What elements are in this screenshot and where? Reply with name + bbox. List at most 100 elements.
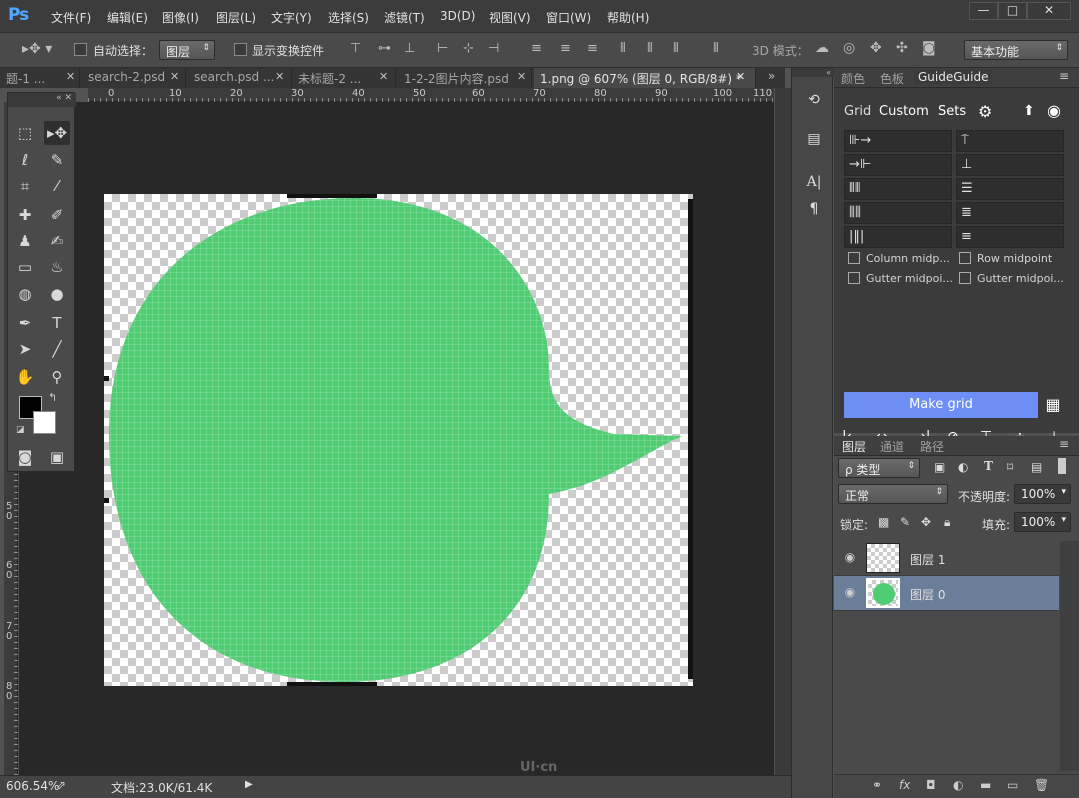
eraser-tool-icon[interactable]: ▭: [12, 255, 38, 279]
line-tool-icon[interactable]: ╱: [44, 337, 70, 361]
new-adjustment-icon[interactable]: ◐: [953, 778, 963, 792]
trash-icon[interactable]: 🗑︎: [1034, 778, 1049, 792]
filter-type-icon[interactable]: T: [984, 459, 993, 473]
arrow-up-icon[interactable]: ⬆: [1023, 103, 1035, 119]
menu-select[interactable]: 选择(S): [328, 9, 369, 26]
align-bottom-icon[interactable]: ⊥: [404, 41, 415, 56]
dock-collapse-icon[interactable]: «: [792, 68, 834, 77]
lock-transparency-icon[interactable]: ▩: [878, 515, 889, 529]
lasso-tool-icon[interactable]: ℓ: [12, 148, 38, 172]
tab-paths[interactable]: 路径: [920, 438, 944, 455]
gg-column-width-field[interactable]: ⫼⫼: [844, 202, 952, 224]
blend-mode-dropdown[interactable]: 正常 ⇕: [838, 484, 948, 504]
opacity-input[interactable]: 100% ▾: [1014, 484, 1071, 504]
quick-select-tool-icon[interactable]: ✎: [44, 148, 70, 172]
blur-tool-icon[interactable]: ◍: [12, 282, 38, 306]
status-menu-arrow[interactable]: ▶: [245, 779, 253, 790]
eye-icon[interactable]: ◉: [842, 585, 858, 601]
crop-tool-icon[interactable]: ⌗: [12, 174, 38, 198]
layer-row-selected[interactable]: ◉ 图层 0: [834, 576, 1059, 611]
layers-scrollbar[interactable]: [1060, 541, 1079, 771]
panel-menu-icon[interactable]: ≡: [1059, 69, 1069, 83]
gg-gutter-row-midpoint-checkbox[interactable]: Gutter midpoi...: [959, 272, 1064, 285]
dodge-tool-icon[interactable]: ●: [44, 282, 70, 306]
add-mask-icon[interactable]: ◘: [926, 778, 936, 792]
new-layer-icon[interactable]: ▭: [1007, 778, 1018, 792]
paint-bucket-tool-icon[interactable]: ♨: [44, 255, 70, 279]
export-icon[interactable]: ⇗: [56, 778, 66, 792]
auto-select-checkbox[interactable]: [74, 43, 87, 56]
gg-rows-field[interactable]: ☰: [956, 178, 1064, 200]
layer-name[interactable]: 图层 1: [910, 551, 945, 568]
lock-pixels-icon[interactable]: ✎: [900, 515, 910, 529]
zoom-tool-icon[interactable]: ⚲: [44, 365, 70, 389]
menu-layer[interactable]: 图层(L): [216, 9, 256, 26]
align-vcenter-icon[interactable]: ⊶: [378, 41, 391, 56]
gg-right-margin-field[interactable]: →⊩: [844, 154, 952, 176]
gg-top-margin-field[interactable]: ⍑: [956, 130, 1064, 152]
gg-sets-tab[interactable]: Sets: [938, 104, 966, 119]
history-brush-tool-icon[interactable]: ✍: [44, 229, 70, 253]
gg-grid-tab[interactable]: Grid: [844, 104, 871, 119]
brush-tool-icon[interactable]: ✐: [44, 203, 70, 227]
character-panel-icon[interactable]: A|: [802, 174, 826, 196]
distribute-right-icon[interactable]: ⦀: [673, 41, 679, 56]
menu-image[interactable]: 图像(I): [162, 9, 199, 26]
gg-gutter-col-midpoint-checkbox[interactable]: Gutter midpoi...: [848, 272, 953, 285]
3d-pan-icon[interactable]: ✥: [870, 40, 882, 56]
gg-row-height-field[interactable]: ≣: [956, 202, 1064, 224]
eyedropper-tool-icon[interactable]: ⁄: [44, 174, 70, 198]
3d-slide-icon[interactable]: ✣: [896, 40, 908, 56]
healing-brush-tool-icon[interactable]: ✚: [12, 203, 38, 227]
gg-row-midpoint-checkbox[interactable]: Row midpoint: [959, 252, 1052, 265]
filter-smart-object-icon[interactable]: ▤: [1031, 460, 1042, 474]
layer-name[interactable]: 图层 0: [910, 586, 945, 603]
distribute-hcenter-icon[interactable]: ⦀: [647, 41, 653, 56]
gg-columns-field[interactable]: ⦀⦀: [844, 178, 952, 200]
lock-position-icon[interactable]: ✥: [921, 515, 931, 529]
grid-icon[interactable]: ▦: [1042, 392, 1064, 418]
layer-row[interactable]: ◉ 图层 1: [834, 541, 1059, 576]
zoom-level[interactable]: 606.54%: [6, 779, 59, 793]
3d-camera-icon[interactable]: ◙: [922, 40, 936, 56]
close-icon[interactable]: ✕: [275, 70, 284, 83]
close-icon[interactable]: ✕: [66, 70, 75, 83]
menu-help[interactable]: 帮助(H): [607, 9, 649, 26]
filter-adjustment-icon[interactable]: ◐: [958, 460, 968, 474]
close-icon[interactable]: ✕: [736, 70, 745, 83]
auto-align-icon[interactable]: ⦀: [713, 41, 719, 56]
move-tool-preset-icon[interactable]: ▸✥ ▾: [22, 41, 52, 57]
workspace-dropdown[interactable]: 基本功能 ⇕: [964, 40, 1068, 60]
distribute-left-icon[interactable]: ⦀: [620, 41, 626, 56]
panel-menu-icon[interactable]: ≡: [1059, 437, 1069, 451]
tab-guideguide[interactable]: GuideGuide: [914, 70, 993, 84]
clone-stamp-tool-icon[interactable]: ♟: [12, 229, 38, 253]
eye-icon[interactable]: ◉: [1047, 101, 1061, 120]
close-icon[interactable]: ✕: [517, 70, 526, 83]
tab-layers[interactable]: 图层: [840, 438, 868, 455]
filter-pixel-icon[interactable]: ▣: [934, 460, 945, 474]
menu-window[interactable]: 窗口(W): [546, 9, 591, 26]
gg-row-gutter-field[interactable]: ≡: [956, 226, 1064, 248]
align-top-icon[interactable]: ⊤: [350, 41, 361, 56]
vertical-scrollbar[interactable]: [775, 88, 791, 775]
quick-mask-icon[interactable]: ◙: [12, 445, 38, 469]
move-tool-icon[interactable]: ▸✥: [44, 121, 70, 145]
show-transform-checkbox[interactable]: [234, 43, 247, 56]
menu-3d[interactable]: 3D(D): [440, 9, 475, 23]
swap-colors-icon[interactable]: ↰: [48, 391, 57, 404]
marquee-tool-icon[interactable]: ⬚: [12, 121, 38, 145]
tab-color[interactable]: 颜色: [841, 70, 865, 87]
align-right-icon[interactable]: ⊣: [488, 41, 499, 56]
path-select-tool-icon[interactable]: ➤: [12, 337, 38, 361]
tab-channels[interactable]: 通道: [880, 438, 904, 455]
document-canvas[interactable]: [104, 194, 693, 686]
gg-column-midpoint-checkbox[interactable]: Column midp...: [848, 252, 950, 265]
tabs-overflow-icon[interactable]: »: [768, 69, 775, 83]
distribute-vcenter-icon[interactable]: ≡: [560, 41, 571, 56]
minimize-button[interactable]: —: [969, 2, 998, 20]
gg-left-margin-field[interactable]: ⊪→: [844, 130, 952, 152]
auto-select-dropdown[interactable]: 图层 ⇕: [159, 40, 215, 60]
eye-icon[interactable]: ◉: [842, 550, 858, 566]
close-icon[interactable]: ✕: [379, 70, 388, 83]
